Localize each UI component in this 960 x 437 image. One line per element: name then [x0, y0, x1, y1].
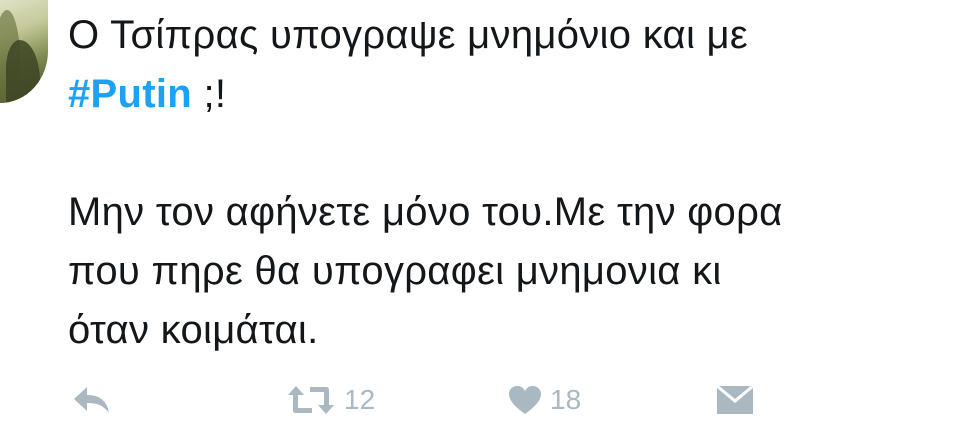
- like-button[interactable]: 18: [508, 375, 581, 425]
- direct-message-button[interactable]: [716, 375, 754, 425]
- envelope-icon: [716, 384, 754, 414]
- tweet-actions: 12 18: [0, 375, 960, 425]
- like-count: 18: [550, 384, 582, 415]
- retweet-button[interactable]: 12: [286, 375, 375, 425]
- tweet-line-4: που πηρε θα υπογραφει μνημονια κι: [68, 249, 722, 293]
- tweet-text-part: Ο Τσίπρας υπογραψε μνημόνιο και με: [68, 13, 749, 57]
- hashtag-link[interactable]: #Putin: [68, 72, 192, 116]
- retweet-icon: [288, 386, 334, 414]
- tweet-line-1: Ο Τσίπρας υπογραψε μνημόνιο και με: [68, 6, 948, 65]
- tweet-line-5: όταν κοιμάται.: [68, 308, 319, 352]
- reply-button[interactable]: [72, 375, 112, 425]
- retweet-count: 12: [344, 384, 376, 415]
- tweet-text-part: ;!: [192, 72, 227, 116]
- heart-icon: [509, 386, 541, 414]
- tweet-line-2: #Putin ;!: [68, 65, 948, 124]
- tweet-text: Ο Τσίπρας υπογραψε μνημόνιο και με #Puti…: [68, 6, 948, 360]
- avatar-tree-shape: [6, 40, 40, 103]
- reply-icon: [74, 387, 109, 413]
- avatar[interactable]: [0, 0, 48, 103]
- tweet-line-3: Μην τον αφήνετε μόνο του.Με την φορα: [68, 190, 783, 234]
